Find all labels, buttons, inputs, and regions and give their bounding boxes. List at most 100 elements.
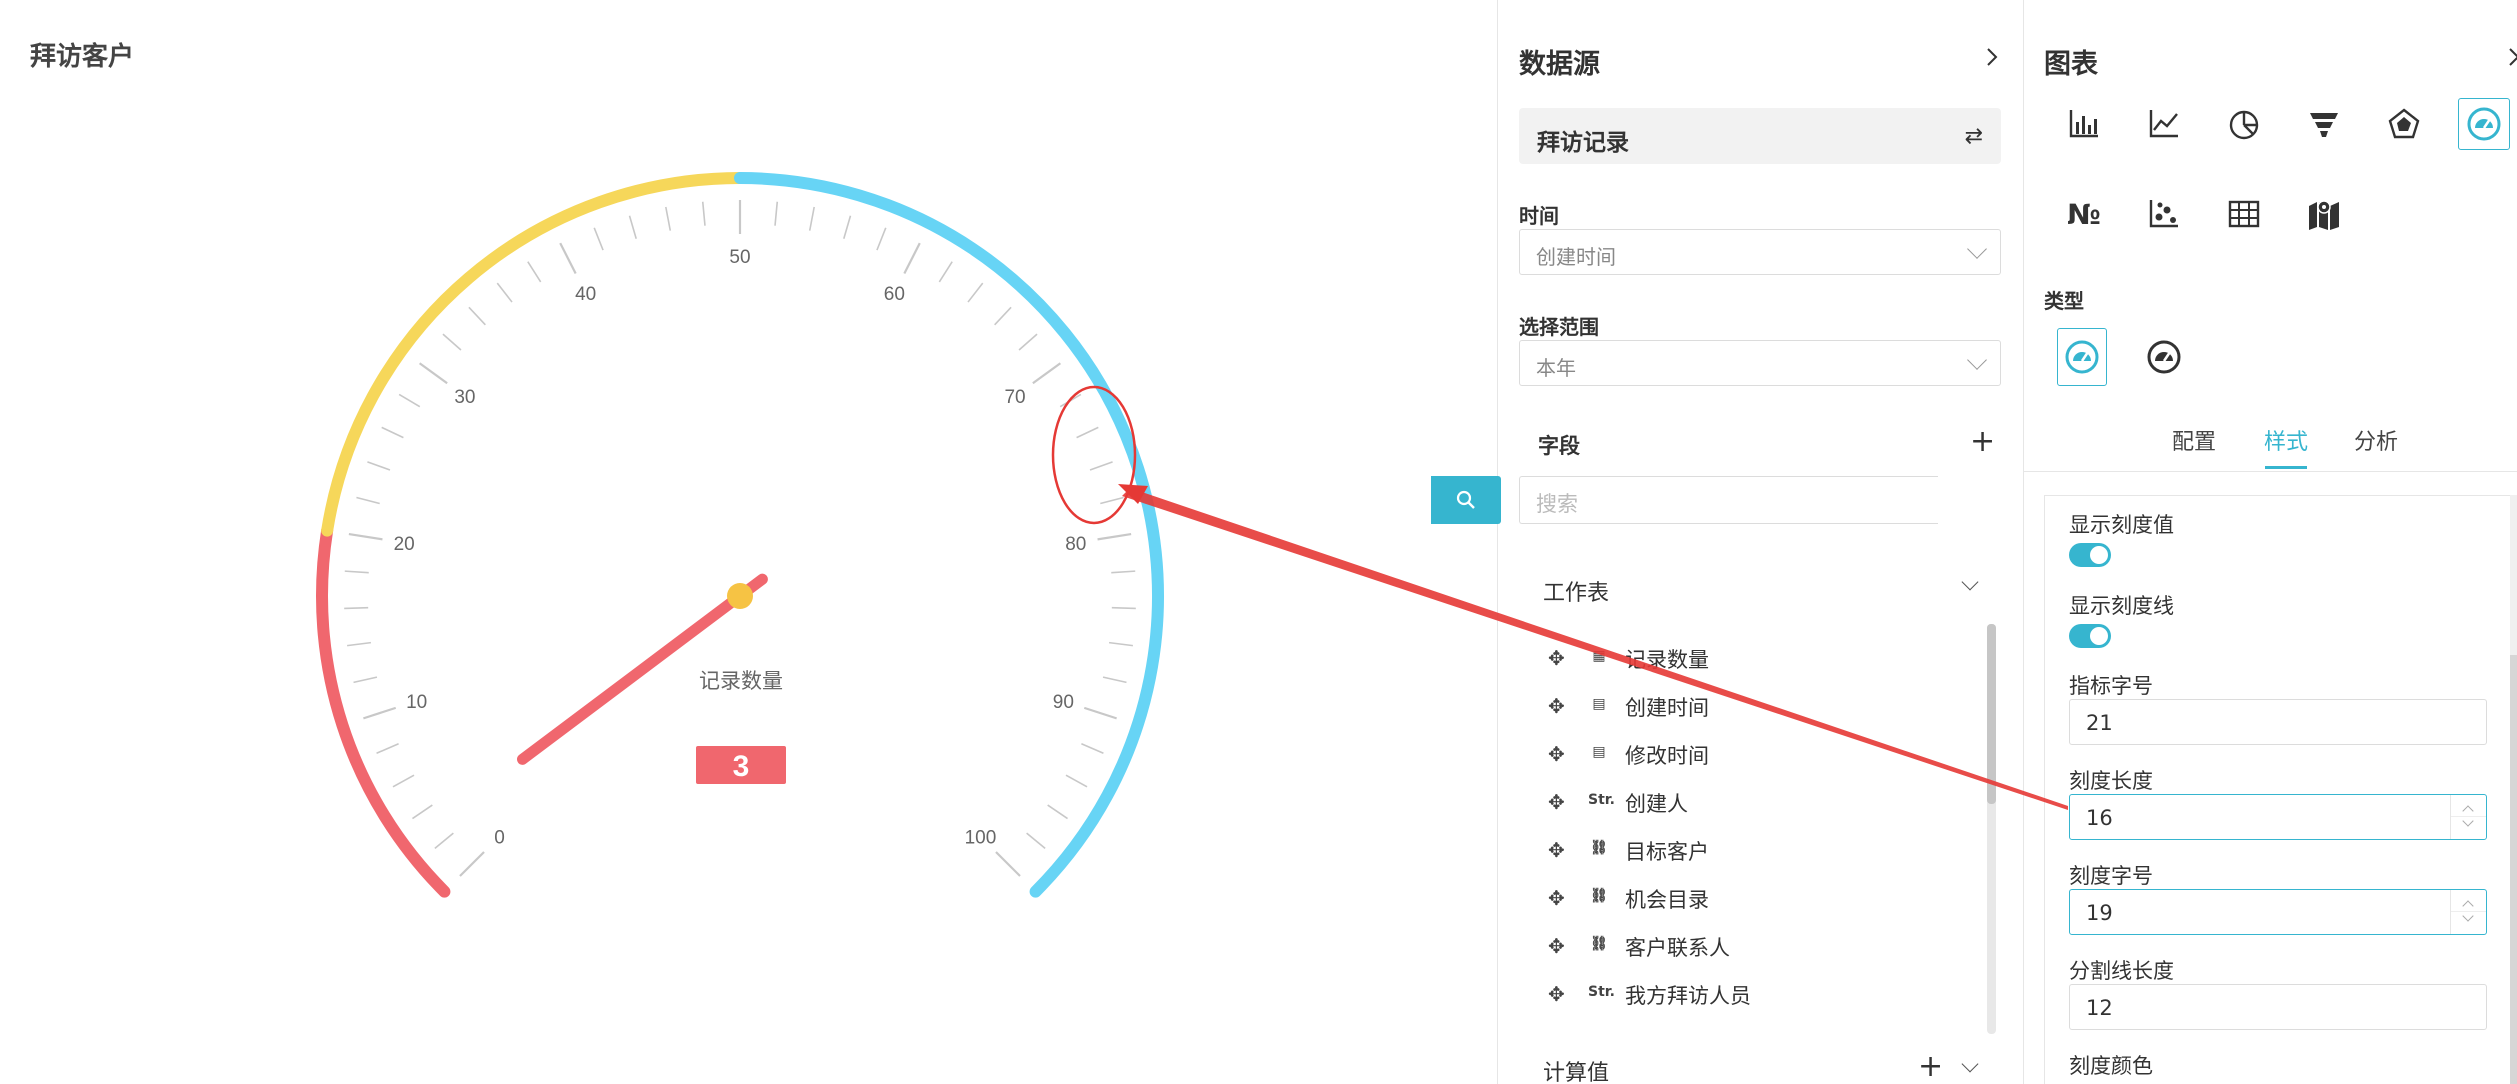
indicator-font-input[interactable]: 21 — [2069, 699, 2487, 745]
gauge-chart-icon — [2467, 107, 2501, 141]
gauge-tick-label: 10 — [406, 692, 427, 713]
chart-type-map[interactable] — [2298, 188, 2350, 240]
gauge-tick-label: 50 — [729, 247, 750, 268]
range-select[interactable]: 本年 — [1519, 340, 2001, 386]
gauge-type-1[interactable] — [2057, 328, 2107, 386]
chart-type-table[interactable] — [2218, 188, 2270, 240]
chevron-down-icon[interactable] — [1961, 1055, 1979, 1073]
gauge-minor-tick — [1059, 393, 1082, 408]
gauge-minor-tick — [808, 206, 815, 231]
gauge-minor-tick — [701, 201, 706, 226]
scrollbar-thumb[interactable] — [1987, 624, 1996, 804]
gauge-type-2[interactable] — [2138, 331, 2190, 383]
style-options-scrollbar[interactable] — [2510, 495, 2517, 1084]
chart-type-gauge-chart[interactable] — [2458, 98, 2510, 150]
gauge-minor-tick — [876, 227, 887, 251]
field-name: 我方拜访人员 — [1625, 984, 1751, 1008]
time-select[interactable]: 创建时间 — [1519, 229, 2001, 275]
chart-type-line-chart[interactable] — [2138, 98, 2190, 150]
tick-font-input[interactable]: 19 — [2069, 889, 2487, 935]
scrollbar-thumb[interactable] — [2510, 655, 2517, 1084]
tab-config[interactable]: 配置 — [2172, 424, 2216, 456]
chart-type-number[interactable]: № — [2058, 188, 2110, 240]
gauge-minor-tick — [1108, 641, 1133, 647]
split-length-value: 12 — [2086, 996, 2113, 1020]
field-item[interactable]: ✥ ▤ 创建时间 — [1548, 686, 1968, 726]
computed-label: 计算值 — [1543, 1061, 1610, 1084]
chart-type-funnel-chart[interactable] — [2298, 98, 2350, 150]
field-item[interactable]: ✥ ▤ 修改时间 — [1548, 734, 1968, 774]
tick-color-label: 刻度颜色 — [2069, 1054, 2153, 1078]
field-item[interactable]: ✥ Str. 我方拜访人员 — [1548, 974, 1968, 1014]
gauge-minor-tick — [367, 461, 391, 471]
tick-length-input[interactable]: 16 — [2069, 794, 2487, 840]
drag-handle-icon[interactable]: ✥ — [1548, 934, 1565, 958]
datasource-selector[interactable]: 拜访记录 ⇄ — [1519, 108, 2001, 164]
gauge-minor-tick — [398, 393, 421, 408]
field-item[interactable]: ✥ Str. 创建人 — [1548, 782, 1968, 822]
gauge-band — [734, 172, 1164, 898]
tick-font-stepper[interactable] — [2450, 890, 2486, 934]
datasource-name: 拜访记录 — [1537, 130, 1629, 156]
gauge-pivot — [727, 583, 753, 609]
tick-length-value: 16 — [2086, 806, 2113, 830]
gauge-tick-label: 90 — [1053, 692, 1074, 713]
gauge-tick-label: 30 — [454, 387, 475, 408]
gauge-band — [321, 172, 746, 537]
number-icon: № — [2067, 197, 2101, 231]
chevron-right-icon[interactable] — [2508, 47, 2517, 67]
field-item[interactable]: ✥ ⛓ 机会目录 — [1548, 878, 1968, 918]
gauge-minor-tick — [1076, 426, 1099, 439]
field-search-input[interactable]: 搜索 — [1519, 476, 1938, 524]
calculator-icon: ▦ — [1592, 648, 1606, 664]
search-button[interactable] — [1431, 476, 1501, 524]
chart-type-bar-chart[interactable] — [2058, 98, 2110, 150]
toggle-knob — [2090, 546, 2108, 564]
link-icon: ⛓ — [1590, 936, 1608, 952]
map-icon — [2309, 200, 2339, 230]
chart-type-scatter-chart[interactable] — [2138, 188, 2190, 240]
chart-panel-title: 图表 — [2044, 49, 2098, 80]
tab-style[interactable]: 样式 — [2264, 424, 2308, 456]
chevron-down-icon[interactable] — [1961, 573, 1979, 591]
drag-handle-icon[interactable]: ✥ — [1548, 646, 1565, 670]
add-computed-icon[interactable]: + — [1918, 1052, 1943, 1082]
drag-handle-icon[interactable]: ✥ — [1548, 694, 1565, 718]
field-name: 客户联系人 — [1625, 936, 1730, 960]
show-tick-lines-toggle[interactable] — [2069, 624, 2111, 648]
drag-handle-icon[interactable]: ✥ — [1548, 790, 1565, 814]
drag-handle-icon[interactable]: ✥ — [1548, 838, 1565, 862]
gauge-major-tick — [1083, 706, 1117, 720]
time-select-value: 创建时间 — [1536, 245, 1616, 269]
chart-type-radar-chart[interactable] — [2378, 98, 2430, 150]
field-item[interactable]: ✥ ⛓ 客户联系人 — [1548, 926, 1968, 966]
show-tick-values-toggle[interactable] — [2069, 543, 2111, 567]
gauge-major-tick — [1032, 362, 1062, 385]
gauge-minor-tick — [967, 282, 984, 303]
gauge-major-tick — [995, 851, 1021, 877]
show-tick-values-label: 显示刻度值 — [2069, 513, 2174, 537]
field-name: 机会目录 — [1625, 888, 1709, 912]
drag-handle-icon[interactable]: ✥ — [1548, 742, 1565, 766]
tick-length-stepper[interactable] — [2450, 795, 2486, 839]
split-length-input[interactable]: 12 — [2069, 984, 2487, 1030]
chart-type-pie-chart[interactable] — [2218, 98, 2270, 150]
decrement-icon[interactable] — [2462, 815, 2474, 827]
time-label: 时间 — [1519, 204, 1559, 228]
field-list-scrollbar[interactable] — [1987, 624, 1996, 1034]
gauge-icon — [2147, 340, 2181, 374]
tick-font-label: 刻度字号 — [2069, 864, 2153, 888]
swap-icon[interactable]: ⇄ — [1965, 124, 1983, 149]
field-item[interactable]: ✥ ▦ 记录数量 — [1548, 638, 1968, 678]
gauge-major-tick — [459, 851, 485, 877]
gauge-minor-tick — [496, 282, 513, 303]
decrement-icon[interactable] — [2462, 910, 2474, 922]
gauge-minor-tick — [774, 201, 779, 226]
gauge-major-tick — [903, 242, 921, 274]
field-item[interactable]: ✥ ⛓ 目标客户 — [1548, 830, 1968, 870]
drag-handle-icon[interactable]: ✥ — [1548, 886, 1565, 910]
tab-analysis[interactable]: 分析 — [2354, 424, 2398, 456]
chevron-right-icon[interactable] — [1982, 47, 2002, 67]
add-field-icon[interactable]: + — [1970, 427, 1995, 457]
drag-handle-icon[interactable]: ✥ — [1548, 982, 1565, 1006]
